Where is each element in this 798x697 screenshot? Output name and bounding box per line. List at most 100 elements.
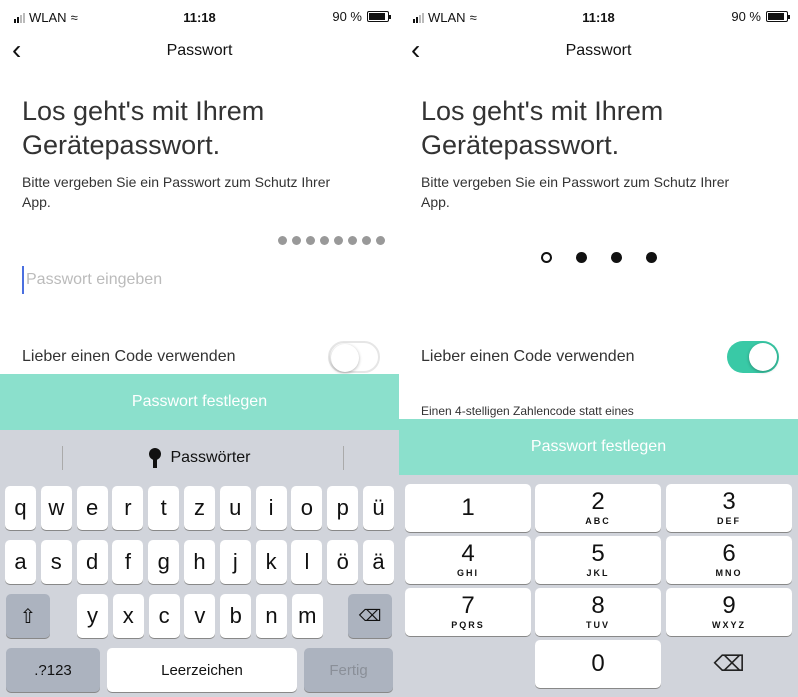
numpad-blank: [405, 640, 531, 688]
letter-key[interactable]: p: [327, 486, 359, 530]
suggestion-divider: [343, 446, 344, 470]
numpad-digit: 2: [591, 488, 605, 515]
numpad-key[interactable]: 3 DEF: [666, 484, 792, 532]
subtitle: Bitte vergeben Sie ein Passwort zum Schu…: [22, 174, 331, 210]
numpad-digit: 3: [722, 488, 736, 515]
letter-key[interactable]: u: [219, 486, 251, 530]
numpad-letters: TUV: [586, 620, 610, 630]
numpad-key[interactable]: 4 GHI: [405, 536, 531, 584]
code-dot: [610, 252, 622, 263]
numpad-digit: 6: [722, 540, 736, 567]
battery-percent: 90 %: [731, 9, 761, 24]
letter-key[interactable]: t: [148, 486, 180, 530]
password-dot: [292, 236, 301, 245]
letter-key[interactable]: ö: [327, 540, 359, 584]
numpad-letters: ABC: [585, 516, 611, 526]
letter-key[interactable]: b: [220, 594, 252, 638]
letter-key[interactable]: z: [184, 486, 215, 530]
numpad-digit: 5: [591, 540, 605, 567]
letter-key[interactable]: v: [184, 594, 216, 638]
set-password-button[interactable]: Passwort festlegen: [0, 374, 399, 430]
letter-key[interactable]: i: [255, 486, 287, 530]
letter-key[interactable]: d: [76, 540, 108, 584]
letter-key[interactable]: ä: [363, 540, 394, 584]
page-title: Passwort: [166, 42, 233, 59]
status-bar: WLAN ≈ 11:18 90 %: [399, 0, 798, 34]
password-dot: [348, 236, 357, 245]
letter-key[interactable]: s: [40, 540, 72, 584]
battery-icon: [766, 11, 790, 22]
suggestion-divider: [62, 446, 63, 470]
status-bar: WLAN ≈ 11:18 90 %: [0, 0, 399, 34]
password-input[interactable]: [22, 266, 378, 294]
numpad-key[interactable]: 0: [535, 640, 661, 688]
letter-key[interactable]: c: [148, 594, 180, 638]
password-dot: [278, 236, 287, 245]
nav-bar: ‹ Passwort: [399, 34, 798, 66]
letter-key[interactable]: k: [255, 540, 287, 584]
backspace-key[interactable]: ⌫: [348, 594, 392, 638]
numpad-key[interactable]: 5 JKL: [535, 536, 661, 584]
passwords-suggestion[interactable]: Passwörter: [170, 449, 250, 467]
letter-key[interactable]: n: [256, 594, 287, 638]
numbers-key[interactable]: .?123: [6, 648, 100, 692]
keyboard: Passwörter qwertzuiopü asdfghjklöä ⇧ ⌫ y…: [0, 430, 399, 697]
code-hint: Einen 4-stelligen Zahlencode statt eines: [421, 404, 634, 418]
heading: Los geht's mit Ihrem Gerätepasswort.: [22, 94, 382, 162]
heading-line-2: Gerätepasswort.: [22, 130, 221, 160]
numpad-key[interactable]: 7 PQRS: [405, 588, 531, 636]
letter-key[interactable]: a: [5, 540, 36, 584]
use-code-toggle[interactable]: [328, 341, 380, 373]
password-dot: [320, 236, 329, 245]
code-dot: [540, 252, 552, 263]
heading-line-1: Los geht's mit Ihrem: [22, 96, 265, 126]
letter-key[interactable]: w: [40, 486, 72, 530]
use-code-toggle[interactable]: [727, 341, 779, 373]
shift-key[interactable]: ⇧: [6, 594, 50, 638]
letter-key[interactable]: m: [291, 594, 323, 638]
letter-key[interactable]: h: [184, 540, 215, 584]
numpad-key[interactable]: 8 TUV: [535, 588, 661, 636]
nav-bar: ‹ Passwort: [0, 34, 399, 66]
numpad-letters: DEF: [717, 516, 741, 526]
numeric-keypad: ⌫ 1 2 ABC 3 DEF 4 GHI 5 JKL 6 MNO 7 PQRS 8 TUV 9 WXYZ 0: [399, 475, 798, 697]
key-row-1: qwertzuiopü: [0, 486, 399, 530]
numpad-digit: 1: [461, 494, 475, 521]
letter-key[interactable]: r: [112, 486, 144, 530]
battery-status: 90 %: [731, 9, 790, 24]
numpad-digit: 8: [591, 592, 605, 619]
password-dot: [362, 236, 371, 245]
letter-key[interactable]: o: [291, 486, 323, 530]
password-dot: [334, 236, 343, 245]
key-row-2: asdfghjklöä: [0, 540, 399, 584]
letter-key[interactable]: x: [112, 594, 144, 638]
letter-key[interactable]: q: [5, 486, 36, 530]
numpad-letters: JKL: [586, 568, 610, 578]
letter-key[interactable]: g: [148, 540, 180, 584]
password-screen-text: WLAN ≈ 11:18 90 % ‹ Passwort Los geht's …: [0, 0, 399, 697]
numpad-letters: WXYZ: [712, 620, 746, 630]
numpad-letters: GHI: [456, 568, 479, 578]
password-dot: [306, 236, 315, 245]
password-screen-code: WLAN ≈ 11:18 90 % ‹ Passwort Los geht's …: [399, 0, 798, 697]
space-key[interactable]: Leerzeichen: [107, 648, 297, 692]
heading-line-2: Gerätepasswort.: [421, 130, 620, 160]
numpad-key[interactable]: 1: [405, 484, 531, 532]
heading: Los geht's mit Ihrem Gerätepasswort.: [421, 94, 781, 162]
numpad-key[interactable]: 6 MNO: [666, 536, 792, 584]
set-password-button[interactable]: Passwort festlegen: [399, 419, 798, 475]
numpad-digit: 0: [591, 650, 605, 677]
letter-key[interactable]: ü: [363, 486, 394, 530]
numpad-backspace-key[interactable]: ⌫: [666, 640, 792, 688]
letter-key[interactable]: f: [112, 540, 144, 584]
subtitle: Bitte vergeben Sie ein Passwort zum Schu…: [421, 174, 730, 210]
numpad-key[interactable]: 2 ABC: [535, 484, 661, 532]
backspace-icon: ⌫: [358, 608, 382, 625]
done-key[interactable]: Fertig: [304, 648, 393, 692]
numpad-key[interactable]: 9 WXYZ: [666, 588, 792, 636]
letter-key[interactable]: e: [76, 486, 108, 530]
letter-key[interactable]: l: [291, 540, 323, 584]
letter-key[interactable]: y: [77, 594, 108, 638]
numpad-letters: PQRS: [451, 620, 485, 630]
letter-key[interactable]: j: [219, 540, 251, 584]
